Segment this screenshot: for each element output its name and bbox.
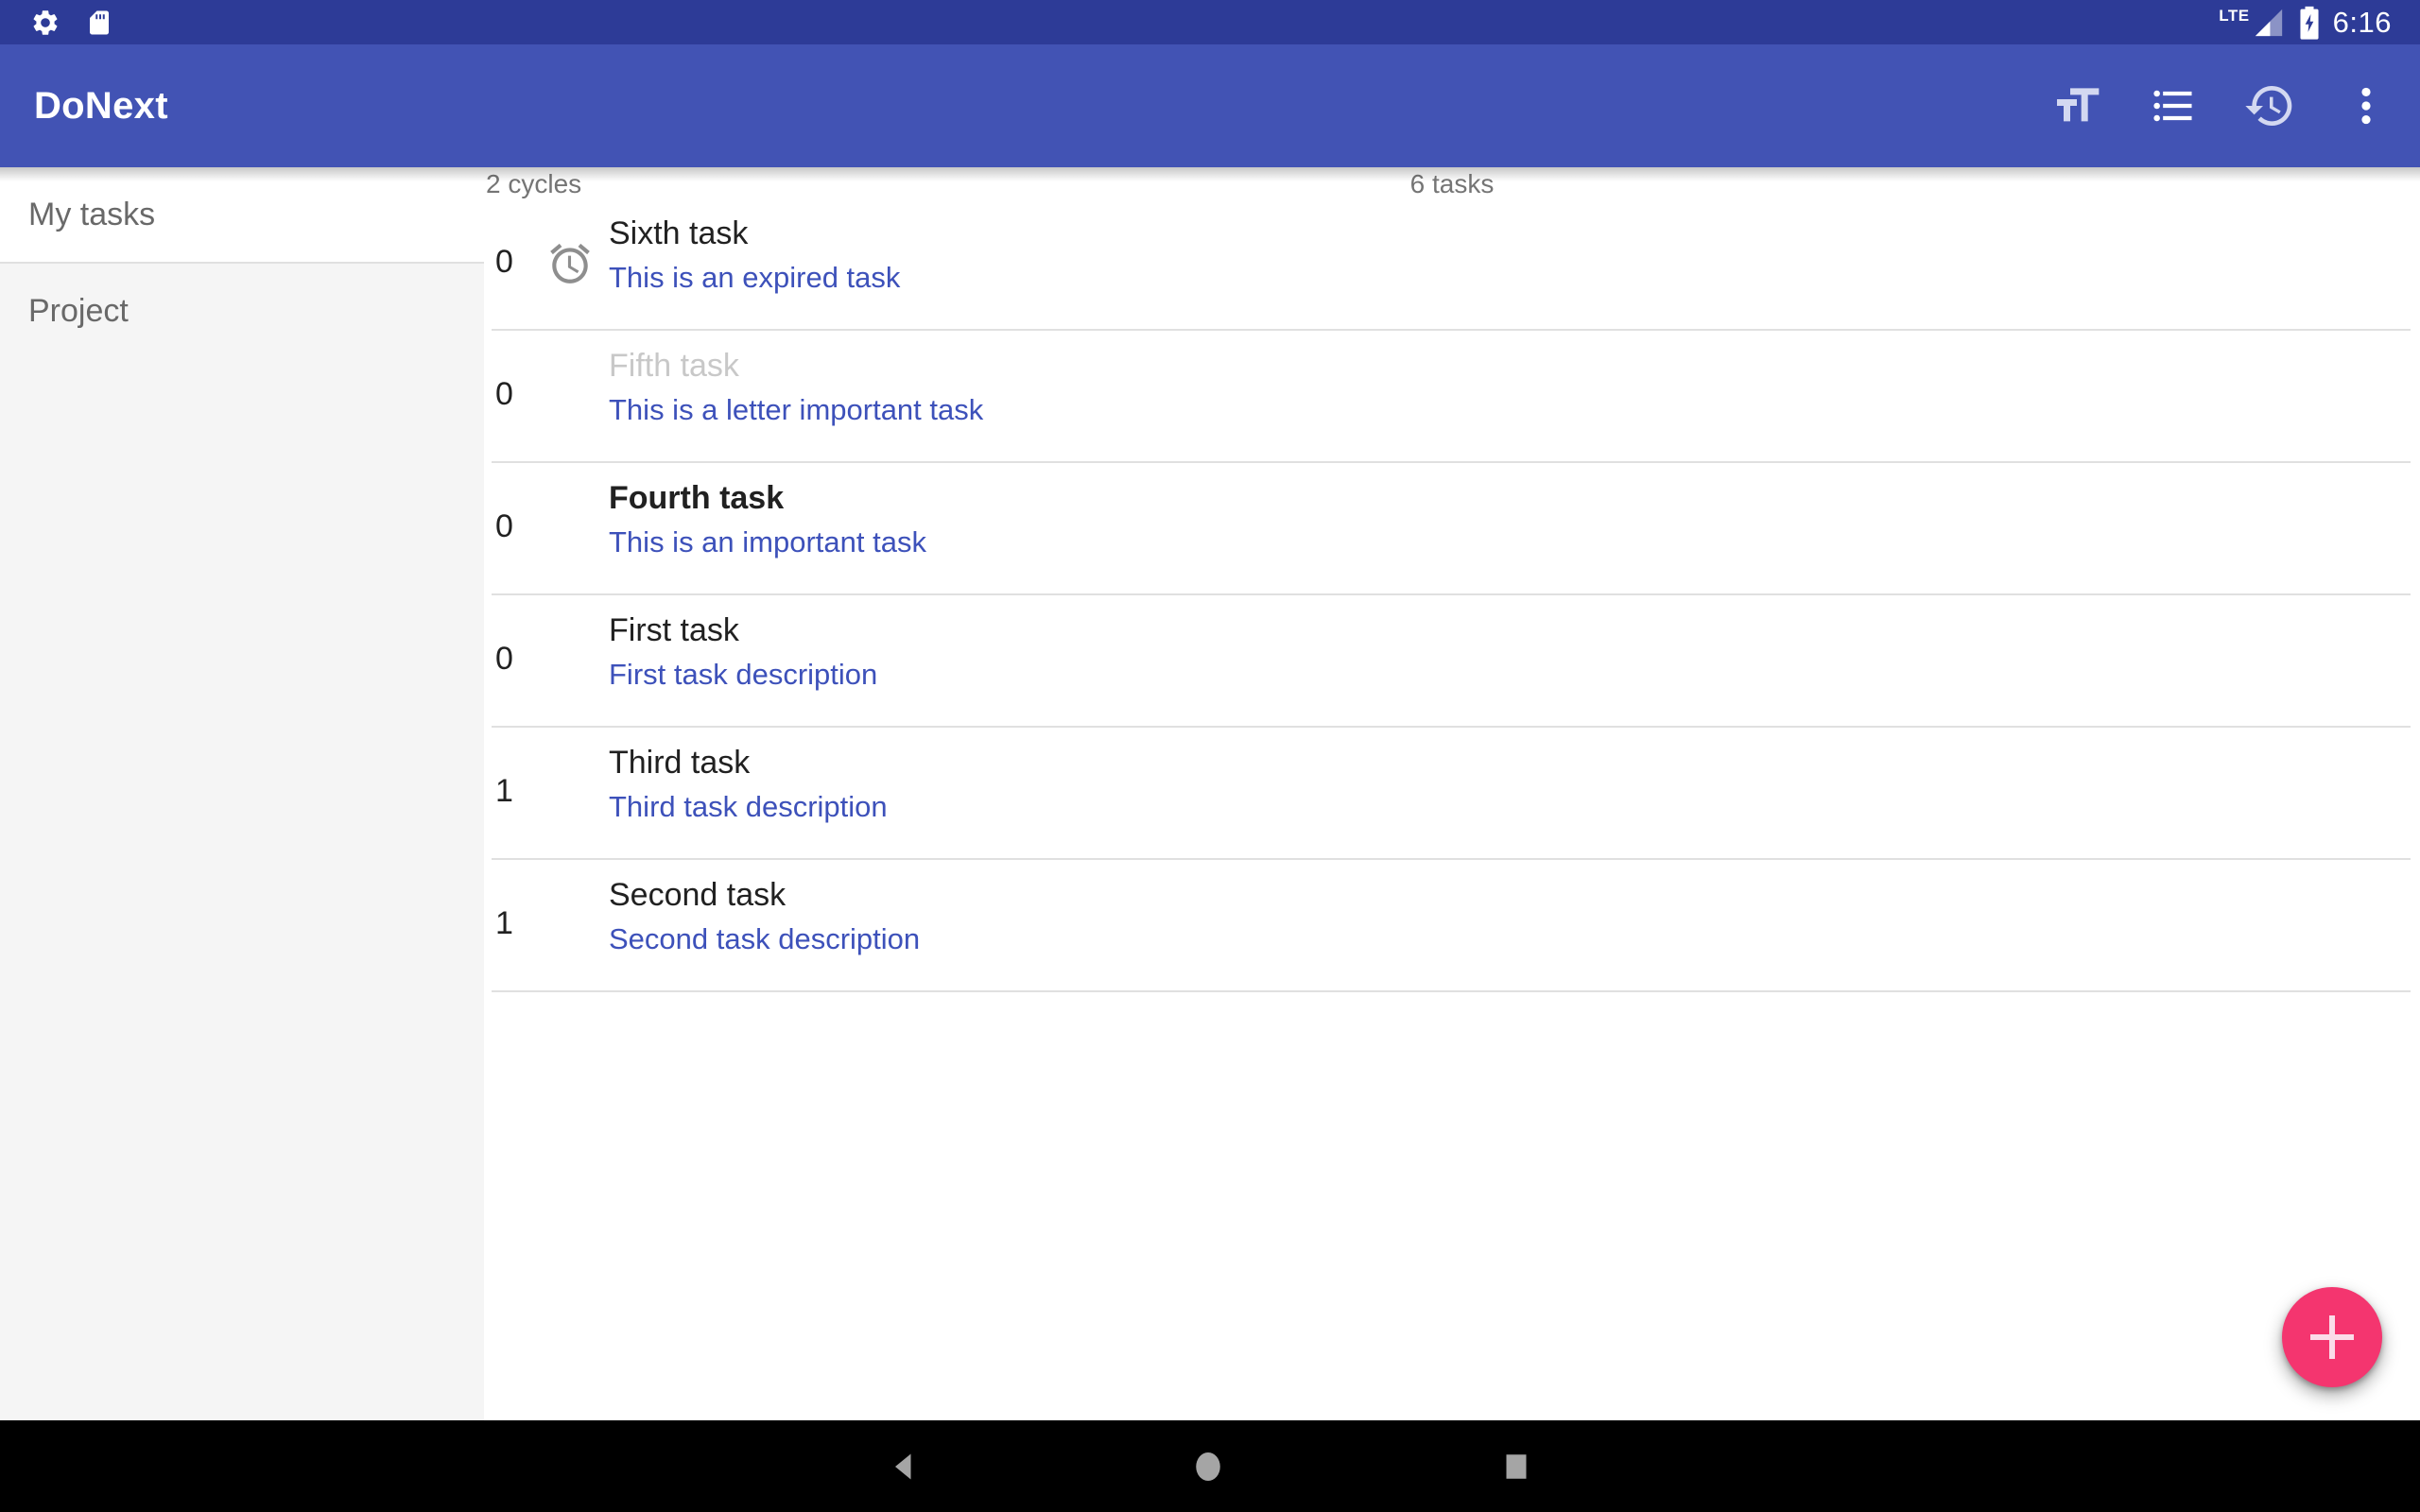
app-bar: DoNext <box>0 44 2420 167</box>
sidebar-item-my-tasks[interactable]: My tasks <box>0 167 484 262</box>
task-title: Sixth task <box>609 212 2420 255</box>
task-row-fourth-task[interactable]: 0 Fourth task This is an important task <box>484 463 2420 595</box>
back-button[interactable] <box>852 1420 956 1512</box>
task-counter: 1 <box>495 905 546 942</box>
task-icon-slot-empty <box>546 769 594 816</box>
recents-button[interactable] <box>1464 1420 1568 1512</box>
row-divider <box>492 990 2411 992</box>
task-icon-slot-empty <box>546 637 594 684</box>
history-button[interactable] <box>2242 78 2297 133</box>
task-title: Third task <box>609 741 2420 784</box>
sidebar-item-project[interactable]: Project <box>0 264 484 358</box>
task-counter: 0 <box>495 376 546 413</box>
history-icon <box>2243 79 2296 132</box>
task-icon-slot-empty <box>546 372 594 420</box>
task-row-first-task[interactable]: 0 First task First task description <box>484 595 2420 728</box>
status-bar: LTE 6:16 <box>0 0 2420 44</box>
task-icon-slot-empty <box>546 902 594 949</box>
task-row-third-task[interactable]: 1 Third task Third task description <box>484 728 2420 860</box>
list-icon <box>2149 81 2198 130</box>
clock-label: 6:16 <box>2333 6 2392 40</box>
battery-charging-icon <box>2299 6 2320 40</box>
task-row-second-task[interactable]: 1 Second task Second task description <box>484 860 2420 992</box>
list-header: 2 cycles 6 tasks <box>484 167 2420 198</box>
overflow-menu-icon <box>2342 82 2390 129</box>
task-subtitle: This is an expired task <box>609 257 2420 299</box>
task-list-panel: 2 cycles 6 tasks 0 Sixth task This is an… <box>484 167 2420 1420</box>
task-counter: 0 <box>495 641 546 678</box>
task-title: Fifth task <box>609 344 2420 387</box>
navigation-bar <box>0 1420 2420 1512</box>
add-task-fab[interactable] <box>2282 1287 2382 1387</box>
task-counter: 0 <box>495 244 546 281</box>
sidebar: My tasks Project <box>0 167 484 1420</box>
overflow-menu-button[interactable] <box>2339 78 2394 133</box>
task-list: 0 Sixth task This is an expired task 0 F… <box>484 198 2420 992</box>
app-bar-actions <box>2049 78 2394 133</box>
task-subtitle: Second task description <box>609 919 2420 960</box>
text-size-button[interactable] <box>2049 78 2104 133</box>
signal-icon: LTE <box>2219 7 2285 39</box>
task-subtitle: This is an important task <box>609 522 2420 563</box>
sidebar-item-label: Project <box>28 293 129 330</box>
plus-icon <box>2305 1310 2360 1365</box>
home-icon <box>1191 1450 1225 1484</box>
task-list-button[interactable] <box>2146 78 2201 133</box>
task-counter: 0 <box>495 508 546 545</box>
sidebar-item-label: My tasks <box>28 197 155 233</box>
task-subtitle: First task description <box>609 654 2420 696</box>
status-bar-notifications <box>30 8 113 38</box>
settings-icon <box>30 8 60 38</box>
tasks-count-label: 6 tasks <box>484 169 2420 199</box>
task-row-fifth-task[interactable]: 0 Fifth task This is a letter important … <box>484 331 2420 463</box>
task-subtitle: This is a letter important task <box>609 389 2420 431</box>
task-subtitle: Third task description <box>609 786 2420 828</box>
sd-card-icon <box>85 9 113 37</box>
task-icon-slot-empty <box>546 505 594 552</box>
recents-icon <box>1499 1450 1533 1484</box>
home-button[interactable] <box>1156 1420 1260 1512</box>
task-title: First task <box>609 609 2420 652</box>
app-title: DoNext <box>34 85 168 128</box>
text-size-icon <box>2050 79 2103 132</box>
task-title: Second task <box>609 873 2420 917</box>
alarm-icon <box>546 240 594 287</box>
back-icon <box>887 1450 921 1484</box>
task-counter: 1 <box>495 773 546 810</box>
network-type-label: LTE <box>2219 7 2249 26</box>
task-title: Fourth task <box>609 476 2420 520</box>
task-row-sixth-task[interactable]: 0 Sixth task This is an expired task <box>484 198 2420 331</box>
